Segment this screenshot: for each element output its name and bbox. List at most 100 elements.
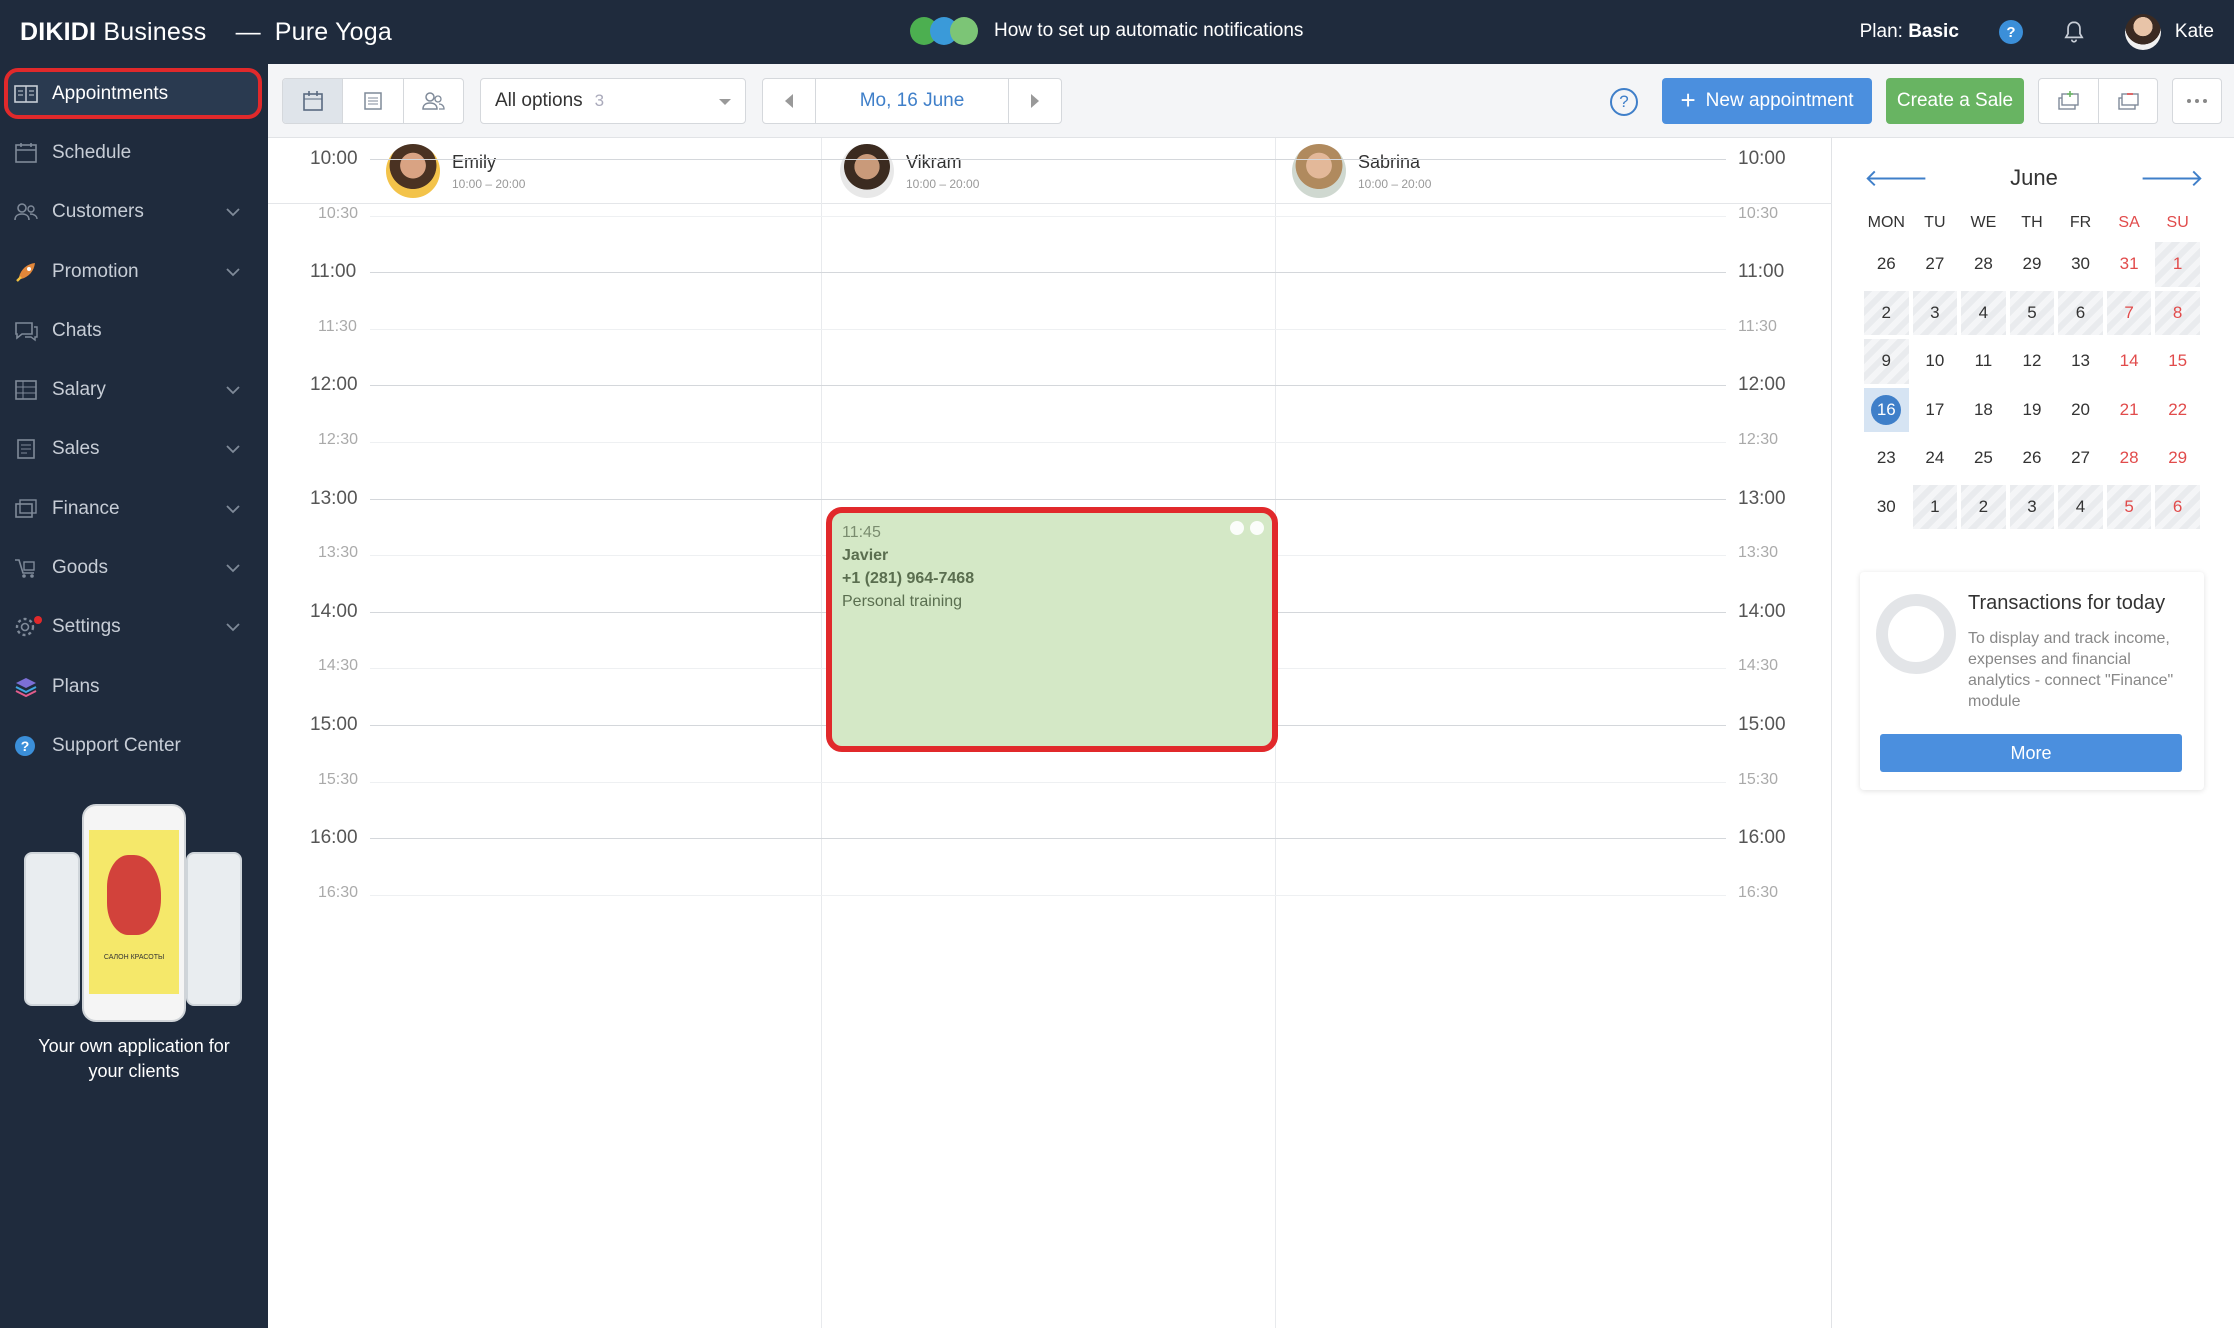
calendar-day[interactable]: 23 — [1862, 434, 1911, 483]
sidebar-item-plans[interactable]: Plans — [0, 657, 268, 716]
staff-column-header[interactable]: Emily 10:00 – 20:00 — [386, 144, 525, 198]
calendar-day[interactable]: 28 — [2105, 434, 2154, 483]
calendar-day[interactable]: 3 — [1911, 289, 1960, 338]
sidebar-item-support-center[interactable]: ? Support Center — [0, 716, 268, 775]
calendar-day[interactable]: 14 — [2105, 337, 2154, 386]
mini-calendar-month: June — [2010, 165, 2058, 190]
more-button[interactable]: More — [1880, 734, 2182, 772]
calendar-day[interactable]: 2 — [1959, 483, 2008, 532]
calendar-day-today[interactable]: 16 — [1862, 386, 1911, 435]
filter-label: All options — [495, 90, 583, 111]
calendar-day[interactable]: 6 — [2056, 289, 2105, 338]
calendar-day[interactable]: 29 — [2008, 240, 2057, 289]
date-picker-label[interactable]: Mo, 16 June — [815, 79, 1009, 123]
new-appointment-button[interactable]: + New appointment — [1662, 78, 1872, 124]
notifications-promo-link[interactable]: How to set up automatic notifications — [910, 14, 1303, 48]
time-label: 14:30 — [318, 657, 359, 675]
bell-icon[interactable] — [2061, 19, 2087, 45]
more-options-button[interactable] — [2172, 78, 2222, 124]
phone-mockup-image: САЛОН КРАСОТЫ — [0, 804, 268, 1024]
prev-day-button[interactable] — [763, 79, 815, 123]
cash-in-button[interactable] — [2039, 79, 2099, 123]
list-view-button[interactable] — [343, 79, 404, 123]
staff-view-button[interactable] — [404, 79, 463, 123]
user-name[interactable]: Kate — [2175, 21, 2214, 43]
staff-column-header[interactable]: Vikram 10:00 – 20:00 — [840, 144, 979, 198]
calendar-day[interactable]: 2 — [1862, 289, 1911, 338]
calendar-day[interactable]: 4 — [1959, 289, 2008, 338]
calendar-day[interactable]: 26 — [2008, 434, 2057, 483]
calendar-day[interactable]: 10 — [1911, 337, 1960, 386]
calendar-day[interactable]: 18 — [1959, 386, 2008, 435]
app-promo-text[interactable]: Your own application for your clients — [0, 1034, 268, 1084]
calendar-day[interactable]: 21 — [2105, 386, 2154, 435]
calendar-day[interactable]: 27 — [1911, 240, 1960, 289]
sidebar-item-customers[interactable]: Customers — [0, 183, 268, 242]
calendar-day[interactable]: 9 — [1862, 337, 1911, 386]
calendar-day[interactable]: 5 — [2008, 289, 2057, 338]
calendar-day[interactable]: 20 — [2056, 386, 2105, 435]
calendar-day[interactable]: 27 — [2056, 434, 2105, 483]
calendar-day[interactable]: 4 — [2056, 483, 2105, 532]
sidebar-item-promotion[interactable]: Promotion — [0, 242, 268, 301]
sales-icon — [17, 439, 35, 460]
app-promo[interactable]: САЛОН КРАСОТЫ Your own application for y… — [0, 804, 268, 1084]
sidebar-item-sales[interactable]: Sales — [0, 420, 268, 479]
calendar-day[interactable]: 8 — [2153, 289, 2202, 338]
calendar-day[interactable]: 30 — [2056, 240, 2105, 289]
calendar-day[interactable]: 7 — [2105, 289, 2154, 338]
calendar-day[interactable]: 11 — [1959, 337, 2008, 386]
calendar-day[interactable]: 26 — [1862, 240, 1911, 289]
calendar-day[interactable]: 13 — [2056, 337, 2105, 386]
calendar-day[interactable]: 3 — [2008, 483, 2057, 532]
staff-column-header[interactable]: Sabrina 10:00 – 20:00 — [1292, 144, 1431, 198]
arrow-left-icon[interactable]: 🡐 — [1864, 163, 1928, 193]
appointment-card[interactable]: 11:45 Javier +1 (281) 964-7468 Personal … — [826, 507, 1278, 752]
sidebar-item-appointments[interactable]: Appointments — [0, 64, 268, 123]
sidebar-item-label: Chats — [52, 319, 102, 341]
sidebar-item-label: Promotion — [52, 260, 139, 282]
brand-logo[interactable]: DIKIDI Business — Pure Yoga — [20, 18, 392, 47]
goods-icon — [15, 559, 35, 578]
sidebar-item-settings[interactable]: Settings — [0, 598, 268, 657]
arrow-right-icon[interactable]: 🡒 — [2140, 163, 2204, 193]
calendar-day[interactable]: 19 — [2008, 386, 2057, 435]
sidebar-item-label: Settings — [52, 616, 121, 638]
calendar-day[interactable]: 15 — [2153, 337, 2202, 386]
help-icon[interactable]: ? — [1998, 20, 2023, 44]
user-avatar[interactable] — [2124, 14, 2161, 50]
calendar-day[interactable]: 28 — [1959, 240, 2008, 289]
calendar-day[interactable]: 30 — [1862, 483, 1911, 532]
chevron-down-icon — [226, 445, 240, 454]
plan-indicator[interactable]: Plan: Basic — [1860, 21, 1959, 43]
calendar-day[interactable]: 29 — [2153, 434, 2202, 483]
promo-text[interactable]: How to set up automatic notifications — [994, 20, 1303, 42]
date-navigator: Mo, 16 June — [762, 78, 1062, 124]
staff-avatar — [386, 144, 440, 198]
create-sale-button[interactable]: Create a Sale — [1886, 78, 2024, 124]
sidebar-item-finance[interactable]: Finance — [0, 479, 268, 538]
calendar-day[interactable]: 1 — [1911, 483, 1960, 532]
sidebar-item-salary[interactable]: Salary — [0, 360, 268, 419]
calendar-day[interactable]: 24 — [1911, 434, 1960, 483]
calendar-day[interactable]: 12 — [2008, 337, 2057, 386]
logo-image — [107, 854, 161, 935]
sidebar-item-schedule[interactable]: Schedule — [0, 123, 268, 182]
chat-icon — [15, 322, 38, 342]
calendar-day[interactable]: 1 — [2153, 240, 2202, 289]
calendar-day[interactable]: 22 — [2153, 386, 2202, 435]
calendar-day[interactable]: 6 — [2153, 483, 2202, 532]
calendar-day[interactable]: 5 — [2105, 483, 2154, 532]
calendar-day[interactable]: 25 — [1959, 434, 2008, 483]
help-icon[interactable]: ? — [1610, 88, 1638, 116]
calendar-day[interactable]: 31 — [2105, 240, 2154, 289]
transactions-description: To display and track income, expenses an… — [1968, 630, 2174, 710]
toolbar: All options 3 Mo, 16 June ? + New appoin… — [268, 64, 2234, 138]
cash-out-button[interactable] — [2099, 79, 2158, 123]
calendar-view-button[interactable] — [283, 79, 344, 123]
sidebar-item-chats[interactable]: Chats — [0, 301, 268, 360]
calendar-day[interactable]: 17 — [1911, 386, 1960, 435]
filter-select[interactable]: All options 3 — [480, 78, 746, 124]
next-day-button[interactable] — [1009, 79, 1061, 123]
sidebar-item-goods[interactable]: Goods — [0, 538, 268, 597]
